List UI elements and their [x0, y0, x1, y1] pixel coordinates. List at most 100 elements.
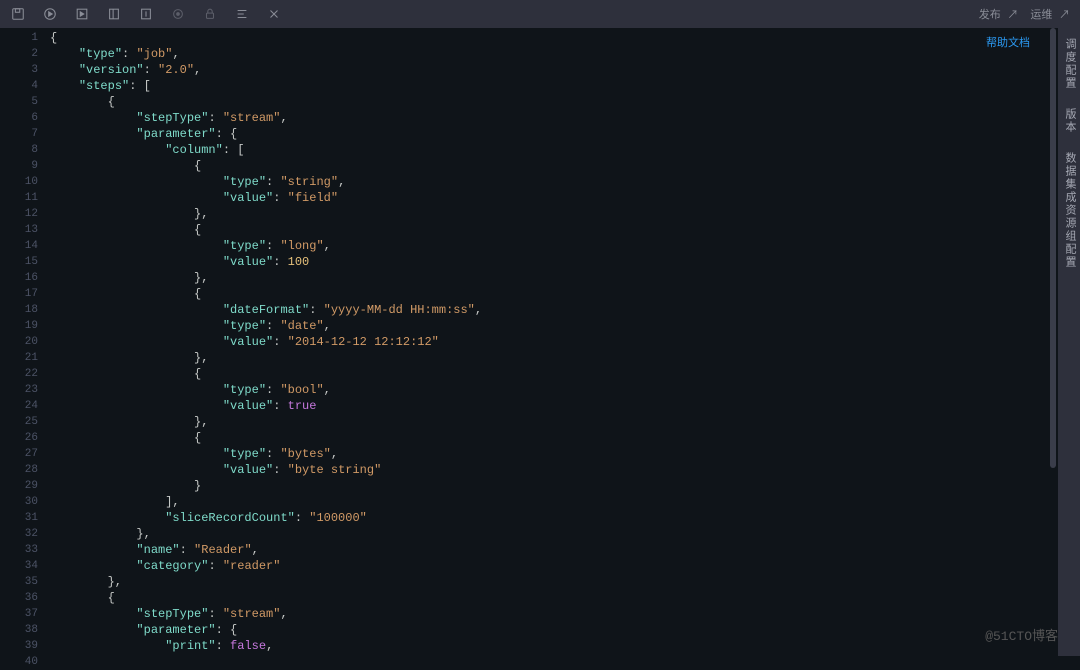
help-doc-link[interactable]: 帮助文档	[986, 34, 1030, 50]
line-number: 3	[0, 62, 38, 78]
code-line[interactable]: "version": "2.0",	[50, 62, 1048, 78]
line-number: 19	[0, 318, 38, 334]
code-line[interactable]: "stepType": "stream",	[50, 110, 1048, 126]
line-number: 36	[0, 590, 38, 606]
line-number: 21	[0, 350, 38, 366]
code-line[interactable]: {	[50, 222, 1048, 238]
line-number: 7	[0, 126, 38, 142]
tab-version[interactable]: 版本	[1061, 104, 1077, 138]
code-line[interactable]: "value": "field"	[50, 190, 1048, 206]
code-line[interactable]: "type": "bytes",	[50, 446, 1048, 462]
tools-icon[interactable]	[266, 6, 282, 22]
save-version-icon[interactable]	[138, 6, 154, 22]
code-line[interactable]: {	[50, 158, 1048, 174]
code-line[interactable]: "type": "string",	[50, 174, 1048, 190]
line-number: 16	[0, 270, 38, 286]
code-line[interactable]: "value": "byte string"	[50, 462, 1048, 478]
code-line[interactable]: {	[50, 286, 1048, 302]
line-number: 4	[0, 78, 38, 94]
code-line[interactable]: "type": "date",	[50, 318, 1048, 334]
format-icon[interactable]	[234, 6, 250, 22]
line-number: 35	[0, 574, 38, 590]
line-number: 14	[0, 238, 38, 254]
code-line[interactable]: "column": [	[50, 142, 1048, 158]
line-number: 32	[0, 526, 38, 542]
code-line[interactable]: "stepType": "stream",	[50, 606, 1048, 622]
editor-toolbar: 发布 ↗ 运维 ↗	[0, 0, 1080, 28]
code-line[interactable]: "value": true	[50, 398, 1048, 414]
code-content[interactable]: { "type": "job", "version": "2.0", "step…	[50, 28, 1048, 656]
code-line[interactable]: "type": "bool",	[50, 382, 1048, 398]
code-line[interactable]: "type": "long",	[50, 238, 1048, 254]
line-number: 9	[0, 158, 38, 174]
line-number-gutter: 1234567891011121314151617181920212223242…	[0, 28, 50, 656]
line-number: 29	[0, 478, 38, 494]
code-editor[interactable]: 1234567891011121314151617181920212223242…	[0, 28, 1058, 656]
line-number: 26	[0, 430, 38, 446]
line-number: 17	[0, 286, 38, 302]
line-number: 31	[0, 510, 38, 526]
tab-resource-config[interactable]: 数据集成资源组配置	[1061, 148, 1077, 273]
code-line[interactable]: {	[50, 590, 1048, 606]
line-number: 25	[0, 414, 38, 430]
code-line[interactable]: "type": "job",	[50, 46, 1048, 62]
code-line[interactable]: "category": "reader"	[50, 558, 1048, 574]
line-number: 5	[0, 94, 38, 110]
right-side-panel: 调度配置 版本 数据集成资源组配置	[1058, 28, 1080, 656]
line-number: 1	[0, 30, 38, 46]
code-line[interactable]: "parameter": {	[50, 126, 1048, 142]
tab-schedule-config[interactable]: 调度配置	[1061, 34, 1077, 94]
line-number: 37	[0, 606, 38, 622]
record-icon[interactable]	[170, 6, 186, 22]
code-line[interactable]: "parameter": {	[50, 622, 1048, 638]
code-line[interactable]: {	[50, 30, 1048, 46]
scrollbar-thumb[interactable]	[1050, 28, 1056, 468]
code-line[interactable]: },	[50, 414, 1048, 430]
line-number: 30	[0, 494, 38, 510]
line-number: 22	[0, 366, 38, 382]
code-line[interactable]: {	[50, 366, 1048, 382]
line-number: 27	[0, 446, 38, 462]
code-line[interactable]: "value": 100	[50, 254, 1048, 270]
line-number: 12	[0, 206, 38, 222]
line-number: 2	[0, 46, 38, 62]
code-line[interactable]: },	[50, 206, 1048, 222]
code-line[interactable]: "value": "2014-12-12 12:12:12"	[50, 334, 1048, 350]
line-number: 20	[0, 334, 38, 350]
code-line[interactable]: "name": "Reader",	[50, 542, 1048, 558]
code-line[interactable]: },	[50, 350, 1048, 366]
line-number: 8	[0, 142, 38, 158]
line-number: 23	[0, 382, 38, 398]
run-selected-icon[interactable]	[74, 6, 90, 22]
code-line[interactable]: "sliceRecordCount": "100000"	[50, 510, 1048, 526]
code-line[interactable]: },	[50, 270, 1048, 286]
line-number: 10	[0, 174, 38, 190]
code-line[interactable]: "dateFormat": "yyyy-MM-dd HH:mm:ss",	[50, 302, 1048, 318]
line-number: 28	[0, 462, 38, 478]
operations-link[interactable]: 运维 ↗	[1030, 6, 1070, 22]
code-line[interactable]: {	[50, 430, 1048, 446]
save-icon[interactable]	[10, 6, 26, 22]
line-number: 39	[0, 638, 38, 654]
line-number: 11	[0, 190, 38, 206]
line-number: 24	[0, 398, 38, 414]
line-number: 6	[0, 110, 38, 126]
lock-icon[interactable]	[202, 6, 218, 22]
code-line[interactable]: ],	[50, 494, 1048, 510]
run-icon[interactable]	[42, 6, 58, 22]
code-line[interactable]: },	[50, 526, 1048, 542]
stop-icon[interactable]	[106, 6, 122, 22]
line-number: 18	[0, 302, 38, 318]
code-line[interactable]: }	[50, 478, 1048, 494]
publish-link[interactable]: 发布 ↗	[979, 6, 1019, 22]
line-number: 38	[0, 622, 38, 638]
line-number: 13	[0, 222, 38, 238]
editor-scrollbar[interactable]	[1048, 28, 1058, 656]
code-line[interactable]: "print": false,	[50, 638, 1048, 654]
code-line[interactable]: },	[50, 574, 1048, 590]
watermark: @51CTO博客	[985, 625, 1058, 644]
code-line[interactable]: {	[50, 94, 1048, 110]
code-line[interactable]: "steps": [	[50, 78, 1048, 94]
line-number: 40	[0, 654, 38, 670]
line-number: 15	[0, 254, 38, 270]
